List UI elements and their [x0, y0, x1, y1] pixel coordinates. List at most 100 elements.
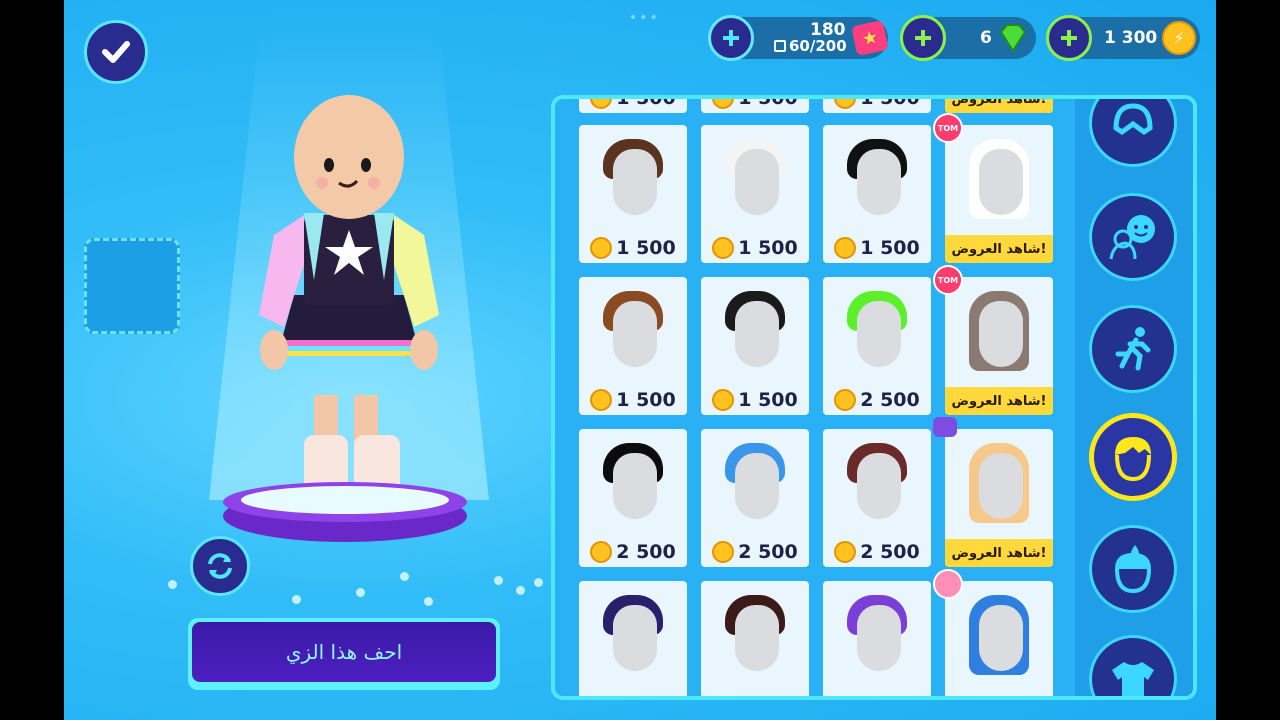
shop-item-card[interactable]: شاهد العروض!: [945, 429, 1053, 567]
category-shirt[interactable]: [1089, 635, 1177, 696]
shop-item-card[interactable]: 2 500: [579, 429, 687, 567]
shop-item-card[interactable]: 2 500: [823, 429, 931, 567]
wear-outfit-button[interactable]: احف هذا الزي: [188, 618, 500, 690]
stars-counter: 180 60/200 ★: [708, 15, 889, 61]
category-animation[interactable]: [1089, 305, 1177, 393]
game-screen: احف هذا الزي ••• 180 60/200 ★ 6 1 300 ⚡ …: [64, 0, 1216, 720]
shop-item-card[interactable]: [945, 581, 1053, 696]
shop-item-partial[interactable]: 1 500: [823, 99, 931, 113]
shop-item-partial[interactable]: 1 500: [701, 99, 809, 113]
mannequin-head: [857, 301, 901, 367]
coin-icon: [590, 99, 613, 109]
coin-icon: [834, 389, 857, 411]
mannequin-head: [979, 605, 1023, 671]
add-gems-button[interactable]: [900, 15, 946, 61]
bag-badge-icon: [933, 417, 957, 437]
mannequin-head: [613, 453, 657, 519]
shop-item-card[interactable]: 2 500: [701, 429, 809, 567]
shop-item-card[interactable]: 1 500: [701, 125, 809, 263]
shop-item-card[interactable]: 1 500: [701, 277, 809, 415]
bear-badge-icon: [933, 569, 963, 599]
item-price: 1 500: [823, 233, 931, 263]
coin-icon: [834, 99, 857, 109]
gem-icon: [999, 24, 1027, 53]
check-icon: [102, 41, 130, 63]
add-coins-button[interactable]: [1046, 15, 1092, 61]
item-price: 2 500: [701, 537, 809, 567]
hair-icon: [1115, 437, 1151, 482]
coins-value: 1 300: [1104, 28, 1158, 48]
coins-counter: 1 300 ⚡: [1046, 15, 1200, 61]
mannequin-head: [979, 453, 1023, 519]
coin-icon: [834, 541, 857, 563]
helmet-icon: [1113, 103, 1153, 136]
mannequin-head: [735, 453, 779, 519]
coin-icon: [712, 237, 735, 259]
shop-item-card[interactable]: 1 500: [579, 277, 687, 415]
item-price: 1 500: [579, 233, 687, 263]
mannequin-head: [979, 149, 1023, 215]
shop-item-card[interactable]: 1 500: [823, 125, 931, 263]
mannequin-head: [735, 301, 779, 367]
shop-item-card[interactable]: [579, 581, 687, 696]
watch-offers-label: شاهد العروض!: [945, 235, 1053, 263]
confirm-button[interactable]: [84, 20, 148, 84]
category-sidebar: [1075, 99, 1193, 696]
plus-icon: [723, 30, 739, 46]
energy-value: 60/200: [789, 37, 847, 55]
shop-item-card[interactable]: شاهد العروض!: [945, 277, 1053, 415]
coin-icon: [712, 99, 735, 109]
hair-color-icon: [1115, 545, 1151, 594]
shop-item-partial[interactable]: 1 500: [579, 99, 687, 113]
rotate-icon: [208, 553, 232, 579]
shop-item-partial[interactable]: شاهد العروض!: [945, 99, 1053, 113]
empty-slot[interactable]: [84, 238, 180, 334]
gems-value: 6: [980, 28, 992, 48]
mannequin-head: [735, 605, 779, 671]
mannequin-head: [979, 301, 1023, 367]
wear-outfit-label: احف هذا الزي: [285, 640, 403, 664]
coin-icon: ⚡: [1162, 21, 1196, 55]
running-icon: [1115, 327, 1151, 371]
shop-item-card[interactable]: [701, 581, 809, 696]
talking-tom-badge-icon: TOM: [933, 113, 963, 143]
item-price: 1 500: [701, 385, 809, 415]
item-price: 2 500: [823, 537, 931, 567]
coin-icon: [590, 389, 613, 411]
coin-icon: [712, 541, 735, 563]
face-icon: [1109, 215, 1155, 260]
shop-item-card[interactable]: 1 500: [579, 125, 687, 263]
mannequin-head: [857, 605, 901, 671]
category-helmet[interactable]: [1089, 99, 1177, 167]
shop-panel: 1 500 1 500 1 500 شاهد العروض! 1 500 1 50…: [551, 95, 1197, 700]
plus-icon: [915, 30, 931, 46]
talking-tom-badge-icon: TOM: [933, 265, 963, 295]
coin-icon: [590, 541, 613, 563]
item-price: 2 500: [823, 385, 931, 415]
coin-icon: [834, 237, 857, 259]
mannequin-head: [613, 149, 657, 215]
shop-item-card[interactable]: شاهد العروض!: [945, 125, 1053, 263]
platform: [223, 482, 467, 542]
handle-dots: •••: [629, 10, 660, 26]
item-price: 2 500: [579, 537, 687, 567]
gems-counter: 6: [900, 15, 1036, 61]
plus-icon: [1061, 30, 1077, 46]
item-price: 1 500: [579, 385, 687, 415]
item-price: 1 500: [701, 233, 809, 263]
mannequin-head: [857, 453, 901, 519]
shop-item-card[interactable]: [823, 581, 931, 696]
coin-icon: [712, 389, 735, 411]
calendar-icon: [774, 40, 786, 52]
mannequin-head: [613, 301, 657, 367]
category-hair[interactable]: [1089, 413, 1177, 501]
shop-item-card[interactable]: 2 500: [823, 277, 931, 415]
star-ticket-icon: ★: [851, 20, 889, 56]
add-stars-button[interactable]: [708, 15, 754, 61]
rotate-button[interactable]: [190, 536, 250, 596]
mannequin-head: [857, 149, 901, 215]
mannequin-head: [735, 149, 779, 215]
category-face[interactable]: [1089, 193, 1177, 281]
category-hair-color[interactable]: [1089, 525, 1177, 613]
watch-offers-label: شاهد العروض!: [945, 387, 1053, 415]
